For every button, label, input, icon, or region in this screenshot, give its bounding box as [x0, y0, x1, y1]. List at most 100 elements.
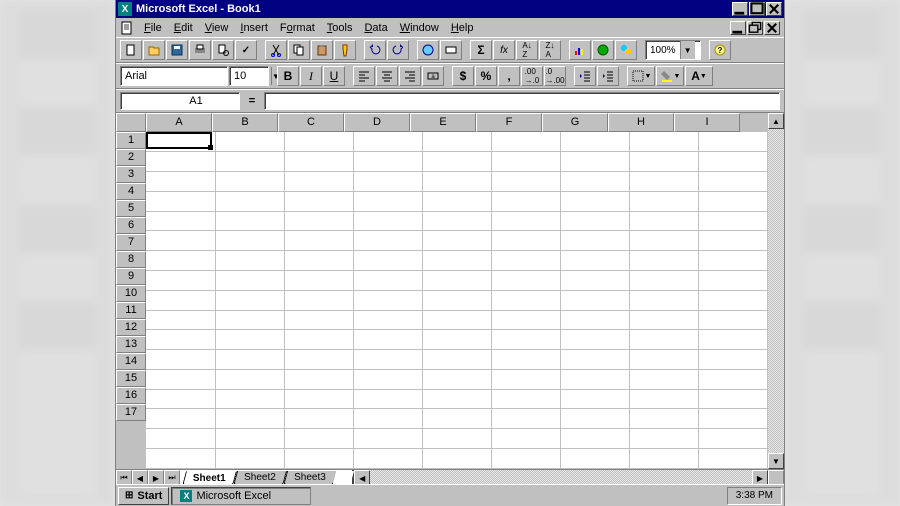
cell-G4[interactable]	[560, 191, 629, 211]
cell-C2[interactable]	[284, 152, 353, 172]
cell-C6[interactable]	[284, 231, 353, 251]
cell-I15[interactable]	[698, 409, 767, 429]
cell-C14[interactable]	[284, 389, 353, 409]
cell-G1[interactable]	[560, 132, 629, 152]
align-center-button[interactable]	[376, 66, 398, 86]
chart-wizard-button[interactable]	[569, 40, 591, 60]
close-button[interactable]	[766, 2, 782, 16]
cell-G14[interactable]	[560, 389, 629, 409]
cell-D8[interactable]	[353, 270, 422, 290]
cell-D13[interactable]	[353, 369, 422, 389]
merge-center-button[interactable]: a	[422, 66, 444, 86]
zoom-dropdown-button[interactable]: ▼	[680, 41, 695, 59]
column-header-I[interactable]: I	[674, 113, 740, 132]
cell-B2[interactable]	[215, 152, 284, 172]
spellcheck-button[interactable]: ✓	[235, 40, 257, 60]
cell-A14[interactable]	[146, 389, 215, 409]
row-header-16[interactable]: 16	[116, 387, 146, 404]
column-header-G[interactable]: G	[542, 113, 608, 132]
column-header-H[interactable]: H	[608, 113, 674, 132]
fill-color-button[interactable]: ▼	[656, 66, 684, 86]
cell-B17[interactable]	[215, 449, 284, 469]
cell-F2[interactable]	[491, 152, 560, 172]
cell-B5[interactable]	[215, 211, 284, 231]
cell-I12[interactable]	[698, 350, 767, 370]
cell-F17[interactable]	[491, 449, 560, 469]
grid[interactable]	[146, 132, 768, 469]
cell-E3[interactable]	[422, 172, 491, 192]
cell-H4[interactable]	[629, 191, 698, 211]
new-button[interactable]	[120, 40, 142, 60]
cell-E9[interactable]	[422, 290, 491, 310]
row-header-17[interactable]: 17	[116, 404, 146, 421]
cell-A12[interactable]	[146, 350, 215, 370]
cell-D6[interactable]	[353, 231, 422, 251]
open-button[interactable]	[143, 40, 165, 60]
cell-I9[interactable]	[698, 290, 767, 310]
cell-G11[interactable]	[560, 330, 629, 350]
row-header-2[interactable]: 2	[116, 149, 146, 166]
maximize-button[interactable]	[749, 2, 765, 16]
row-header-8[interactable]: 8	[116, 251, 146, 268]
menu-file[interactable]: File	[138, 21, 168, 35]
cell-E2[interactable]	[422, 152, 491, 172]
vertical-scrollbar[interactable]: ▲ ▼	[768, 113, 784, 469]
cell-A2[interactable]	[146, 152, 215, 172]
cell-I4[interactable]	[698, 191, 767, 211]
cell-A6[interactable]	[146, 231, 215, 251]
font-color-button[interactable]: A▼	[685, 66, 713, 86]
cell-H12[interactable]	[629, 350, 698, 370]
web-toolbar-button[interactable]	[440, 40, 462, 60]
cell-H16[interactable]	[629, 429, 698, 449]
cell-C1[interactable]	[284, 132, 353, 152]
cell-E10[interactable]	[422, 310, 491, 330]
cell-D12[interactable]	[353, 350, 422, 370]
cell-G12[interactable]	[560, 350, 629, 370]
cell-A3[interactable]	[146, 172, 215, 192]
autosum-button[interactable]: Σ	[470, 40, 492, 60]
save-button[interactable]	[166, 40, 188, 60]
row-header-10[interactable]: 10	[116, 285, 146, 302]
column-header-B[interactable]: B	[212, 113, 278, 132]
cell-E5[interactable]	[422, 211, 491, 231]
row-header-3[interactable]: 3	[116, 166, 146, 183]
cell-C13[interactable]	[284, 369, 353, 389]
cell-F12[interactable]	[491, 350, 560, 370]
cell-B14[interactable]	[215, 389, 284, 409]
cell-D14[interactable]	[353, 389, 422, 409]
row-header-6[interactable]: 6	[116, 217, 146, 234]
cell-G6[interactable]	[560, 231, 629, 251]
cell-E13[interactable]	[422, 369, 491, 389]
cell-I17[interactable]	[698, 449, 767, 469]
cell-D17[interactable]	[353, 449, 422, 469]
cell-A5[interactable]	[146, 211, 215, 231]
cell-F14[interactable]	[491, 389, 560, 409]
cell-B6[interactable]	[215, 231, 284, 251]
cell-A7[interactable]	[146, 251, 215, 271]
column-header-C[interactable]: C	[278, 113, 344, 132]
cell-D1[interactable]	[353, 132, 422, 152]
cell-H2[interactable]	[629, 152, 698, 172]
cell-E16[interactable]	[422, 429, 491, 449]
cell-G3[interactable]	[560, 172, 629, 192]
row-header-9[interactable]: 9	[116, 268, 146, 285]
cell-D11[interactable]	[353, 330, 422, 350]
cell-B1[interactable]	[215, 132, 284, 152]
cell-G9[interactable]	[560, 290, 629, 310]
cell-H11[interactable]	[629, 330, 698, 350]
cell-E14[interactable]	[422, 389, 491, 409]
cell-B11[interactable]	[215, 330, 284, 350]
row-header-13[interactable]: 13	[116, 336, 146, 353]
formula-input[interactable]	[264, 92, 780, 110]
cell-E7[interactable]	[422, 251, 491, 271]
cell-G2[interactable]	[560, 152, 629, 172]
menu-format[interactable]: Format	[274, 21, 321, 35]
cell-F9[interactable]	[491, 290, 560, 310]
cell-C5[interactable]	[284, 211, 353, 231]
font-size-combo[interactable]: ▼	[229, 66, 269, 86]
row-header-5[interactable]: 5	[116, 200, 146, 217]
cell-H15[interactable]	[629, 409, 698, 429]
cell-A17[interactable]	[146, 449, 215, 469]
borders-button[interactable]: ▼	[627, 66, 655, 86]
cell-I3[interactable]	[698, 172, 767, 192]
